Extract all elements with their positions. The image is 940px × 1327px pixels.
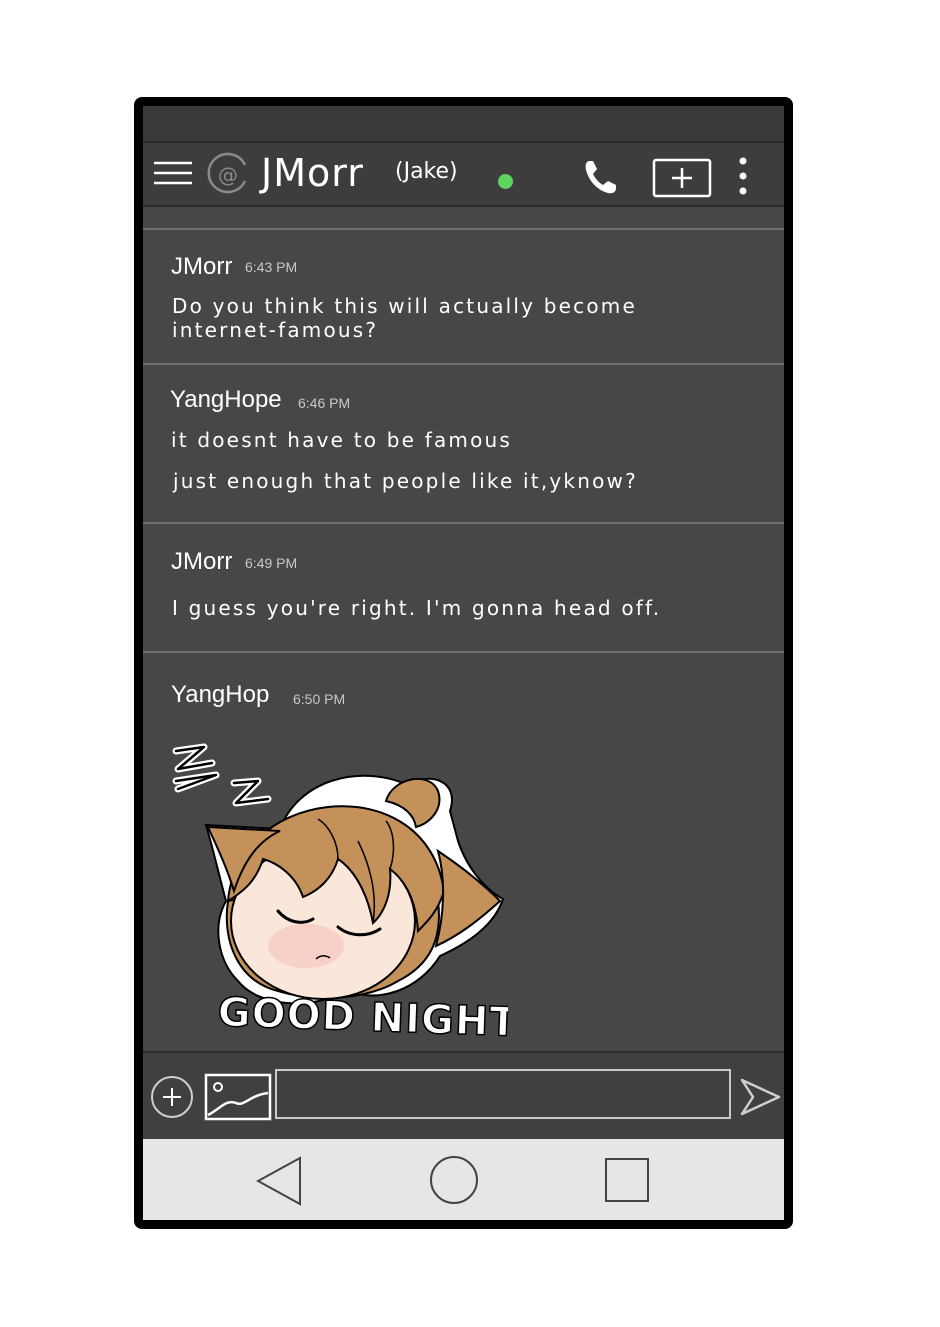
back-icon[interactable] [256, 1156, 302, 1206]
image-icon[interactable] [204, 1073, 272, 1121]
at-icon: @ [207, 152, 247, 194]
recents-icon[interactable] [604, 1157, 650, 1203]
home-icon[interactable] [429, 1155, 479, 1205]
message-author[interactable]: YangHope [170, 386, 282, 414]
add-circle-icon[interactable] [150, 1075, 194, 1119]
message-divider [143, 363, 784, 365]
message-text: internet-famous? [172, 318, 379, 342]
message-text: I guess you're right. I'm gonna head off… [172, 596, 662, 620]
message-author[interactable]: JMorr [171, 253, 232, 281]
at-symbol: @ [218, 163, 238, 187]
message-author[interactable]: YangHop [171, 681, 269, 709]
chat-username[interactable]: JMorr [261, 151, 364, 195]
message-text: just enough that people like it,yknow? [173, 469, 638, 493]
add-icon[interactable] [651, 157, 713, 199]
message-text: it doesnt have to be famous [171, 428, 513, 452]
message-divider [143, 522, 784, 524]
sticker-caption: GOOD NIGHT! [217, 990, 508, 1041]
message-time: 6:46 PM [298, 395, 351, 411]
app-bar: @ JMorr (Jake) [143, 143, 784, 207]
system-navigation-bar [143, 1139, 784, 1220]
message-time: 6:43 PM [245, 259, 298, 275]
sleep-z-icon [172, 743, 272, 807]
menu-icon[interactable] [152, 159, 194, 189]
phone-icon[interactable] [581, 157, 621, 197]
message-time: 6:50 PM [293, 691, 346, 707]
message-author[interactable]: JMorr [171, 548, 232, 576]
online-status-dot [498, 174, 513, 189]
message-text: Do you think this will actually become [172, 294, 637, 318]
status-bar [143, 106, 784, 143]
message-input[interactable] [275, 1069, 731, 1119]
message-divider [143, 651, 784, 653]
sleeping-girl-sticker[interactable]: GOOD NIGHT! [168, 741, 508, 1041]
message-composer [143, 1051, 784, 1139]
chat-display-name: (Jake) [395, 159, 458, 184]
more-vert-icon[interactable] [735, 155, 751, 199]
send-icon[interactable] [739, 1077, 781, 1117]
message-time: 6:49 PM [245, 555, 298, 571]
message-divider [143, 228, 784, 230]
phone-screen: @ JMorr (Jake) JMorr 6:43 PM Do you thin… [143, 106, 784, 1220]
